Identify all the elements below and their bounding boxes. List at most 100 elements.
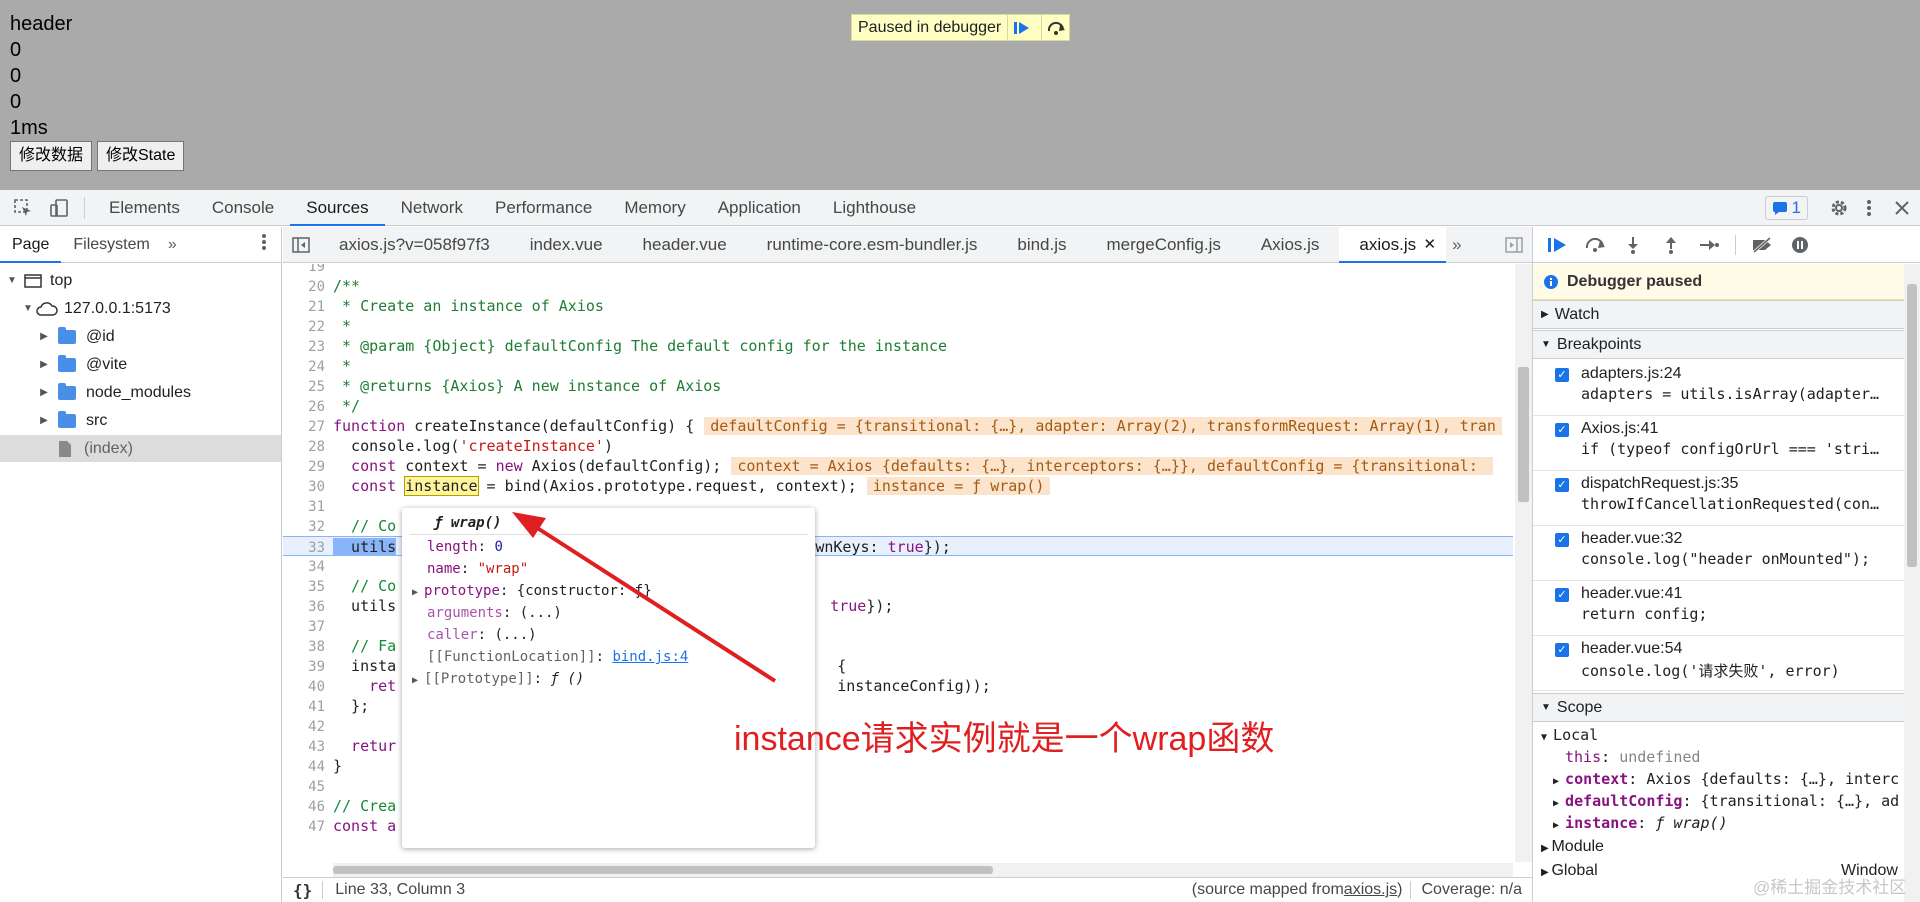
- pretty-print-icon[interactable]: {}: [283, 881, 322, 900]
- collapsed-triangle-icon: ▶: [1553, 798, 1566, 809]
- breakpoint-checkbox[interactable]: ✓: [1555, 643, 1569, 657]
- editor-vertical-scrollbar[interactable]: [1515, 264, 1532, 862]
- settings-gear-icon[interactable]: [1824, 190, 1854, 226]
- page-counter-1: 0: [10, 39, 22, 61]
- collapsed-triangle-icon[interactable]: ▶: [38, 359, 50, 370]
- scope-var-context[interactable]: ▶ context: Axios {defaults: {…}, interc: [1553, 768, 1920, 790]
- collapsed-triangle-icon: ▶: [1541, 843, 1552, 854]
- step-into-icon[interactable]: [1621, 233, 1645, 257]
- tree-label-src: src: [86, 411, 108, 429]
- tab-elements[interactable]: Elements: [93, 190, 196, 226]
- tab-console[interactable]: Console: [196, 190, 290, 226]
- scope-var-instance[interactable]: ▶ instance: ƒ wrap(): [1553, 812, 1920, 834]
- scrollbar-thumb[interactable]: [1907, 284, 1917, 567]
- toggle-debugger-sidebar-icon[interactable]: [1496, 227, 1532, 263]
- tree-label-origin: 127.0.0.1:5173: [64, 299, 171, 317]
- breakpoint-item[interactable]: ✓ header.vue:41 return config;: [1533, 581, 1904, 636]
- file-tab[interactable]: axios.js?v=058f97f3: [319, 227, 510, 263]
- more-options-icon[interactable]: [1854, 190, 1884, 226]
- watch-section-header[interactable]: ▶ Watch: [1533, 300, 1904, 329]
- file-tab[interactable]: Axios.js: [1241, 227, 1340, 263]
- modify-data-button[interactable]: 修改数据: [10, 141, 93, 171]
- tab-page[interactable]: Page: [0, 227, 62, 263]
- tab-sources[interactable]: Sources: [290, 190, 386, 226]
- breakpoint-checkbox[interactable]: ✓: [1555, 368, 1569, 382]
- toggle-navigator-icon[interactable]: [283, 227, 319, 263]
- deactivate-breakpoints-icon[interactable]: [1750, 233, 1774, 257]
- close-devtools-icon[interactable]: [1884, 190, 1920, 226]
- pause-on-exceptions-icon[interactable]: [1788, 233, 1812, 257]
- editor-horizontal-scrollbar[interactable]: [333, 863, 1513, 877]
- tab-filesystem[interactable]: Filesystem: [61, 227, 161, 263]
- breakpoint-item[interactable]: ✓ header.vue:32 console.log("header onMoun…: [1533, 526, 1904, 581]
- breakpoint-checkbox[interactable]: ✓: [1555, 423, 1569, 437]
- prop-prototype[interactable]: ▶ prototype: {constructor: ƒ}: [412, 580, 815, 602]
- tab-application[interactable]: Application: [702, 190, 817, 226]
- breakpoint-item[interactable]: ✓ dispatchRequest.js:35 throwIfCancellatio…: [1533, 471, 1904, 526]
- tab-performance[interactable]: Performance: [479, 190, 608, 226]
- step-icon[interactable]: [1697, 233, 1721, 257]
- tree-item-id-folder[interactable]: ▶ @id: [0, 323, 281, 350]
- tree-item-src-folder[interactable]: ▶ src: [0, 407, 281, 434]
- expand-triangle-icon[interactable]: ▼: [6, 275, 18, 286]
- scope-local[interactable]: ▼ Local: [1541, 724, 1912, 746]
- step-over-icon[interactable]: [1583, 233, 1607, 257]
- device-toolbar-icon[interactable]: [42, 190, 76, 226]
- folder-icon: [58, 382, 76, 400]
- modify-state-button[interactable]: 修改State: [97, 141, 185, 171]
- scope-var-default-config[interactable]: ▶ defaultConfig: {transitional: {…}, ad: [1553, 790, 1920, 812]
- prop-caller[interactable]: caller: (...): [427, 624, 815, 646]
- tab-memory[interactable]: Memory: [608, 190, 701, 226]
- tree-item-vite-folder[interactable]: ▶ @vite: [0, 351, 281, 378]
- object-preview-popover[interactable]: ƒ wrap() length: 0 name: "wrap" ▶ protot…: [402, 508, 815, 848]
- function-location-link[interactable]: bind.js:4: [612, 649, 688, 665]
- tree-item-origin[interactable]: ▼ 127.0.0.1:5173: [0, 295, 281, 322]
- scope-module[interactable]: ▶ Module: [1541, 836, 1912, 858]
- scrollbar-thumb[interactable]: [333, 866, 993, 874]
- navigator-menu-icon[interactable]: [247, 233, 281, 256]
- more-tabs-chevron-icon[interactable]: »: [162, 236, 183, 254]
- scrollbar-thumb[interactable]: [1518, 367, 1529, 502]
- tab-network[interactable]: Network: [385, 190, 479, 226]
- collapsed-triangle-icon[interactable]: ▶: [38, 415, 50, 426]
- prop-arguments[interactable]: arguments: (...): [427, 602, 815, 624]
- step-over-icon[interactable]: [1041, 15, 1069, 40]
- inspect-element-icon[interactable]: [4, 190, 42, 226]
- close-tab-icon[interactable]: ✕: [1424, 227, 1437, 263]
- prop-prototype-internal[interactable]: ▶ [[Prototype]]: ƒ (): [412, 668, 815, 690]
- file-tab[interactable]: bind.js: [997, 227, 1086, 263]
- breakpoint-item[interactable]: ✓ Axios.js:41 if (typeof configOrUrl === '…: [1533, 416, 1904, 471]
- tree-item-node-modules-folder[interactable]: ▶ node_modules: [0, 379, 281, 406]
- breakpoint-item[interactable]: ✓ header.vue:54 console.log('请求失败', error): [1533, 636, 1904, 691]
- scope-section-header[interactable]: ▼ Scope: [1533, 693, 1904, 722]
- sidebar-vertical-scrollbar[interactable]: [1904, 264, 1920, 902]
- tab-lighthouse[interactable]: Lighthouse: [817, 190, 932, 226]
- breakpoints-section-header[interactable]: ▼ Breakpoints: [1533, 330, 1904, 359]
- resume-icon[interactable]: [1007, 15, 1035, 40]
- expand-triangle-icon: ▼: [1541, 339, 1551, 350]
- more-file-tabs-chevron-icon[interactable]: »: [1446, 235, 1467, 255]
- source-map-link[interactable]: axios.js: [1344, 881, 1397, 899]
- issues-counter[interactable]: 1: [1764, 195, 1808, 220]
- code-line: 22 *: [308, 317, 352, 335]
- breakpoint-checkbox[interactable]: ✓: [1555, 478, 1569, 492]
- file-tab[interactable]: runtime-core.esm-bundler.js: [747, 227, 998, 263]
- source-mapped-prefix: (source mapped from: [1191, 881, 1344, 898]
- resume-icon[interactable]: [1545, 233, 1569, 257]
- file-tab-active[interactable]: axios.js ✕: [1339, 226, 1447, 263]
- collapsed-triangle-icon[interactable]: ▶: [38, 387, 50, 398]
- tree-item-index-file[interactable]: (index): [0, 435, 281, 462]
- breakpoint-checkbox[interactable]: ✓: [1555, 588, 1569, 602]
- step-out-icon[interactable]: [1659, 233, 1683, 257]
- cursor-position: Line 33, Column 3: [322, 881, 465, 899]
- collapsed-triangle-icon[interactable]: ▶: [38, 331, 50, 342]
- file-tab[interactable]: header.vue: [623, 227, 747, 263]
- tree-item-top[interactable]: ▼ top: [0, 267, 281, 294]
- file-tab[interactable]: index.vue: [510, 227, 623, 263]
- collapsed-triangle-icon: ▶: [1541, 867, 1552, 878]
- hovered-token[interactable]: instance: [404, 476, 479, 496]
- expand-triangle-icon[interactable]: ▼: [22, 303, 34, 314]
- breakpoint-item[interactable]: ✓ adapters.js:24 adapters = utils.isArray(…: [1533, 361, 1904, 416]
- breakpoint-checkbox[interactable]: ✓: [1555, 533, 1569, 547]
- file-tab[interactable]: mergeConfig.js: [1087, 227, 1241, 263]
